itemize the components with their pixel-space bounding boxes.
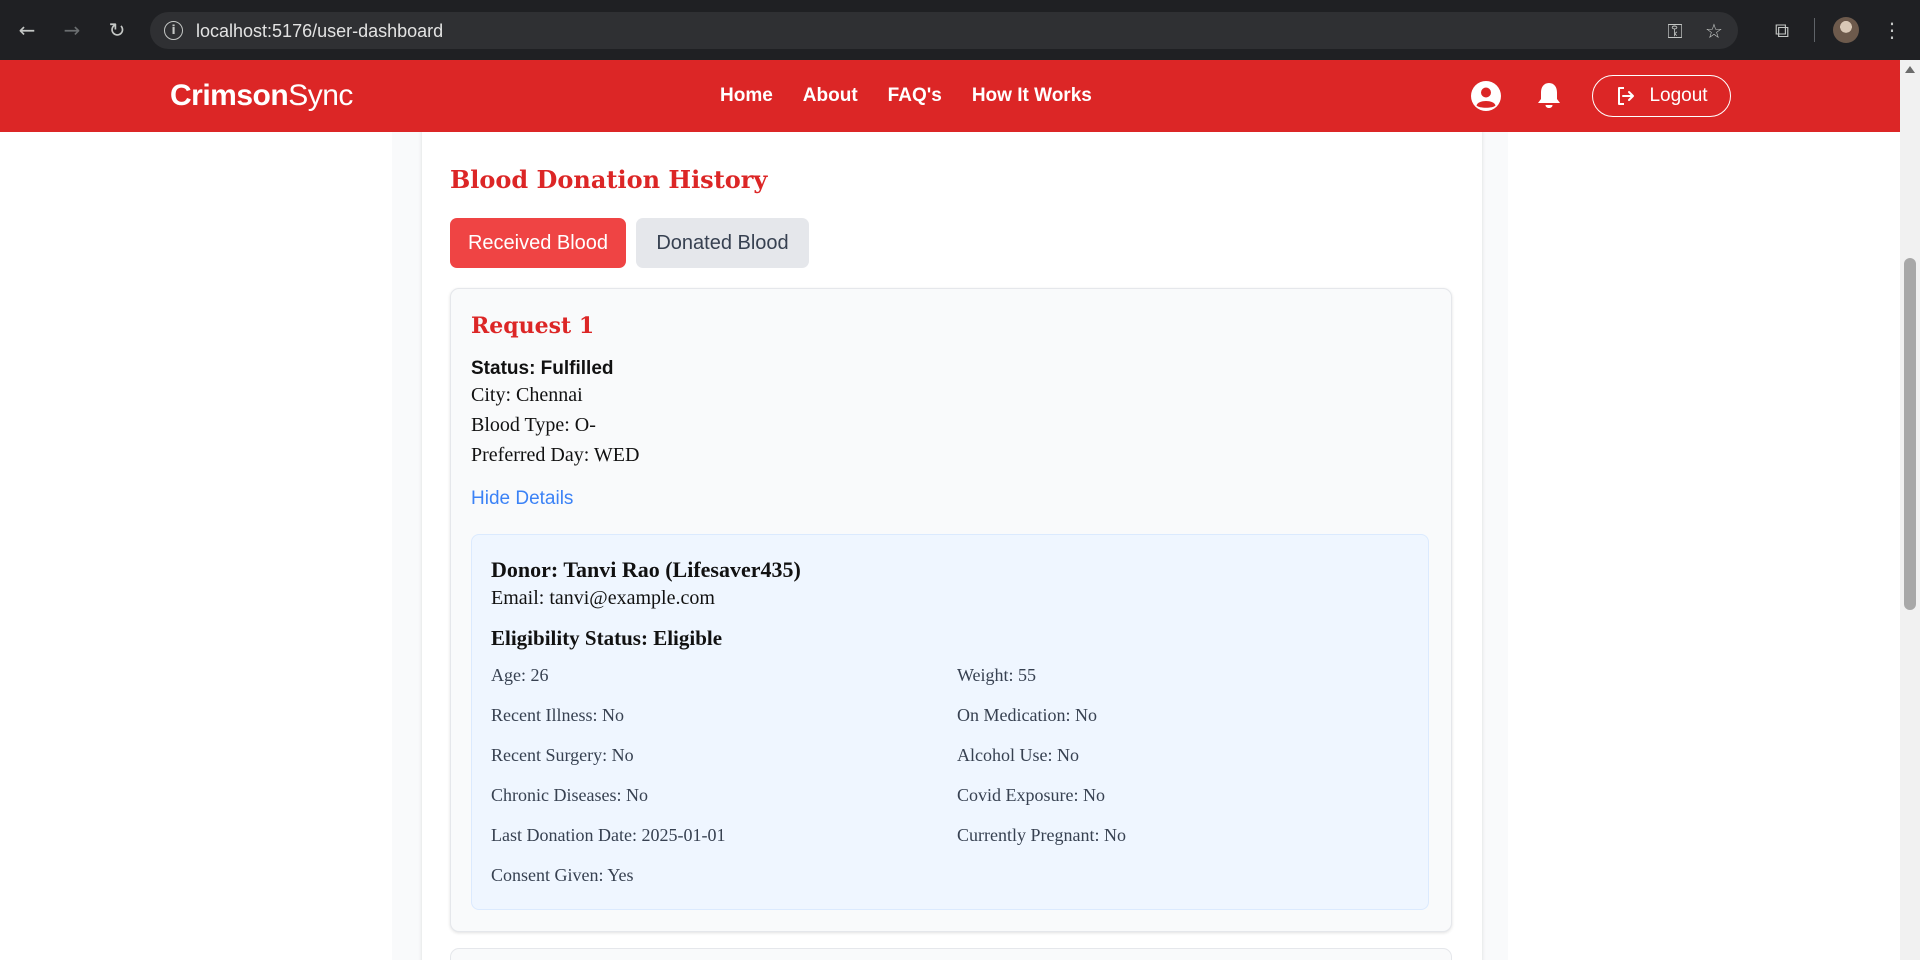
field-covid-exposure: Covid Exposure: No (957, 785, 1105, 805)
eligibility-status: Eligibility Status: Eligible (491, 626, 723, 650)
request-city: City: Chennai (471, 384, 583, 406)
toolbar-divider (1814, 18, 1815, 42)
reload-icon[interactable]: ↻ (101, 14, 133, 46)
field-last-donation-date: Last Donation Date: 2025-01-01 (491, 825, 726, 845)
browser-toolbar: ← → ↻ i localhost:5176/user-dashboard ⚿ … (0, 0, 1920, 60)
bell-icon[interactable] (1533, 80, 1565, 112)
field-currently-pregnant: Currently Pregnant: No (957, 825, 1126, 845)
request-title: Request 1 (471, 313, 595, 339)
nav-faqs[interactable]: FAQ's (888, 85, 942, 107)
menu-kebab-icon[interactable]: ⋮ (1876, 14, 1908, 46)
nav-about[interactable]: About (803, 85, 858, 107)
user-circle-icon[interactable] (1470, 80, 1502, 112)
field-age: Age: 26 (491, 665, 549, 685)
donor-name: Donor: Tanvi Rao (Lifesaver435) (491, 557, 801, 582)
password-key-icon[interactable]: ⚿ (1662, 18, 1688, 44)
field-recent-surgery: Recent Surgery: No (491, 745, 634, 765)
profile-avatar[interactable] (1833, 17, 1859, 43)
main-nav: Home About FAQ's How It Works (720, 85, 1092, 107)
nav-home[interactable]: Home (720, 85, 773, 107)
brand-light-text: Sync (288, 79, 353, 112)
brand-bold-text: Crimson (170, 79, 289, 112)
url-text[interactable]: localhost:5176/user-dashboard (196, 21, 443, 42)
bookmark-star-icon[interactable]: ☆ (1701, 18, 1727, 44)
page-scrollbar[interactable] (1900, 60, 1920, 960)
scroll-up-arrow-icon[interactable] (1905, 66, 1915, 73)
field-weight: Weight: 55 (957, 665, 1037, 685)
extensions-icon[interactable]: ⧉ (1766, 14, 1798, 46)
field-alcohol-use: Alcohol Use: No (957, 745, 1079, 765)
field-chronic-diseases: Chronic Diseases: No (491, 785, 648, 805)
donor-email: Email: tanvi@example.com (491, 587, 715, 609)
logout-label: Logout (1649, 85, 1708, 106)
request-blood-type: Blood Type: O- (471, 414, 596, 436)
app-header: CrimsonSync Home About FAQ's How It Work… (0, 60, 1900, 132)
field-consent-given: Consent Given: Yes (491, 865, 634, 885)
logout-icon (1618, 87, 1635, 105)
tab-received-blood[interactable]: Received Blood (450, 218, 626, 268)
field-recent-illness: Recent Illness: No (491, 705, 624, 725)
field-on-medication: On Medication: No (957, 705, 1097, 725)
brand-logo[interactable]: CrimsonSync (170, 79, 353, 113)
hide-details-link[interactable]: Hide Details (471, 488, 573, 510)
nav-how-it-works[interactable]: How It Works (972, 85, 1092, 107)
address-bar[interactable]: i localhost:5176/user-dashboard ⚿ ☆ (150, 12, 1738, 49)
page-content: Blood Donation History Received Blood Do… (0, 132, 1900, 960)
next-request-card (450, 948, 1452, 960)
forward-icon[interactable]: → (56, 14, 88, 46)
scrollbar-thumb[interactable] (1904, 258, 1916, 610)
request-status: Status: Fulfilled (471, 358, 614, 379)
logout-button[interactable]: Logout (1592, 75, 1731, 117)
request-preferred-day: Preferred Day: WED (471, 444, 640, 466)
tab-donated-blood[interactable]: Donated Blood (636, 218, 809, 268)
back-icon[interactable]: ← (11, 14, 43, 46)
page-title: Blood Donation History (450, 165, 768, 194)
site-info-icon[interactable]: i (164, 21, 183, 40)
